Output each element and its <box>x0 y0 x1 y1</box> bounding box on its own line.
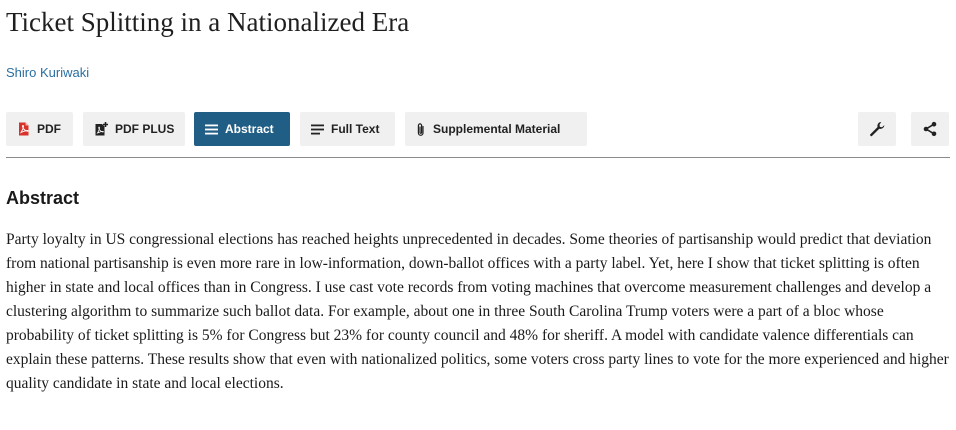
tools-button[interactable] <box>858 112 896 146</box>
supplemental-material-button-label: Supplemental Material <box>433 122 561 136</box>
paperclip-icon <box>416 122 426 137</box>
supplemental-material-button[interactable]: Supplemental Material <box>405 112 587 146</box>
article-toolbar: PDF PDF PLUS Abstract Full Text Suppleme… <box>6 112 950 146</box>
list-icon <box>311 124 324 135</box>
wrench-icon <box>869 121 885 137</box>
pdf-icon <box>17 122 30 136</box>
abstract-text: Party loyalty in US congressional electi… <box>6 231 949 392</box>
share-button[interactable] <box>911 112 949 146</box>
toolbar-divider <box>6 157 950 158</box>
abstract-heading: Abstract <box>6 188 80 208</box>
list-icon <box>205 124 218 135</box>
pdf-plus-icon <box>94 122 108 136</box>
author-link[interactable]: Shiro Kuriwaki <box>6 64 89 82</box>
article-title: Ticket Splitting in a Nationalized Era <box>6 7 410 37</box>
share-icon <box>922 121 938 137</box>
full-text-button[interactable]: Full Text <box>300 112 395 146</box>
full-text-button-label: Full Text <box>331 122 380 136</box>
pdf-plus-button[interactable]: PDF PLUS <box>83 112 185 146</box>
pdf-plus-button-label: PDF PLUS <box>115 122 175 136</box>
pdf-button[interactable]: PDF <box>6 112 73 146</box>
pdf-button-label: PDF <box>37 122 61 136</box>
abstract-button-label: Abstract <box>225 122 274 136</box>
abstract-button[interactable]: Abstract <box>194 112 290 146</box>
